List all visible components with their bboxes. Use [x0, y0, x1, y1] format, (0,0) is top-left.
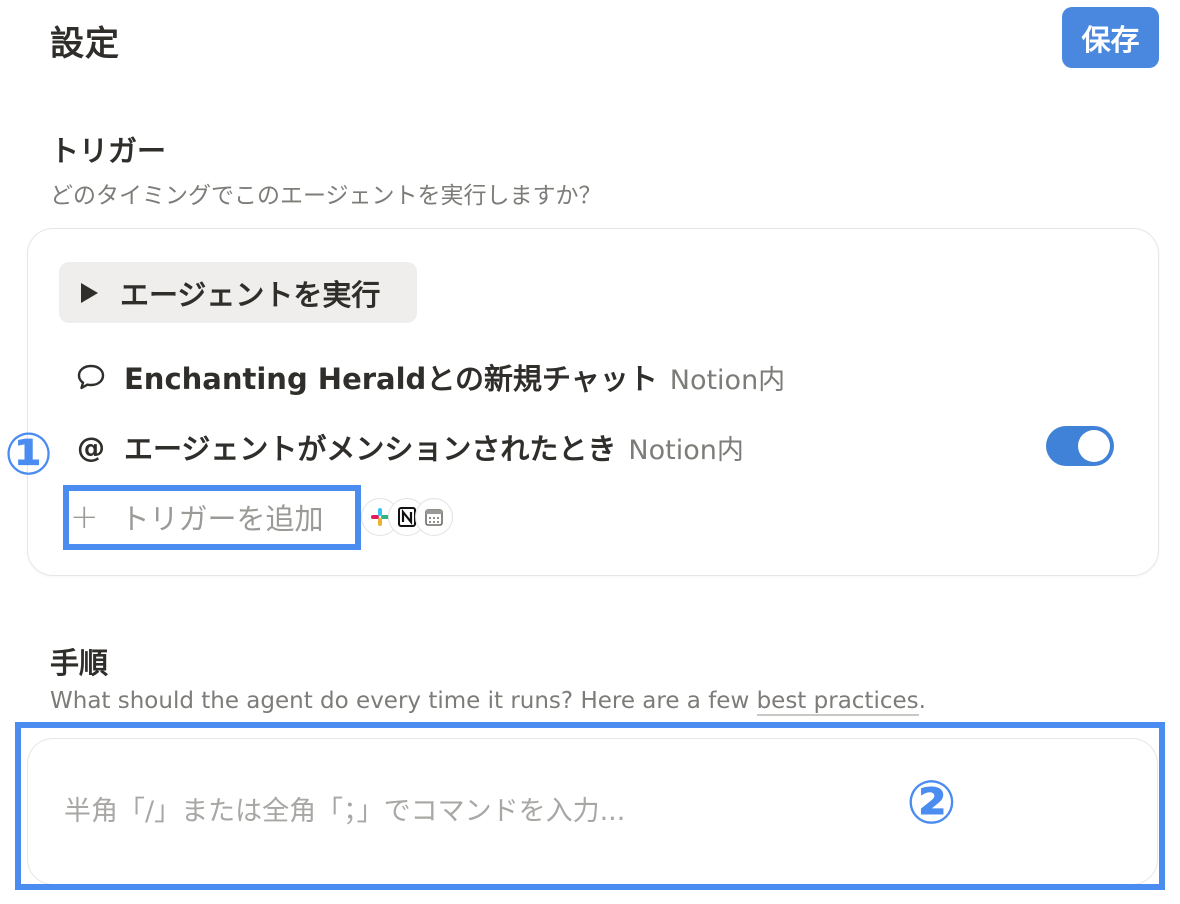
settings-page: 設定 保存 トリガー どのタイミングでこのエージェントを実行しますか？ エージェ…: [0, 0, 1180, 904]
calendar-icon: [415, 498, 453, 536]
at-icon: @: [77, 430, 105, 464]
run-agent-button[interactable]: エージェントを実行: [59, 262, 417, 323]
instructions-heading: 手順: [50, 646, 109, 680]
best-practices-link[interactable]: best practices: [756, 688, 919, 716]
chat-bubble-icon: [72, 358, 110, 396]
trigger-item-label: Enchanting Heraldとの新規チャット: [124, 362, 658, 396]
mention-trigger-toggle[interactable]: [1046, 426, 1114, 466]
triggers-description: どのタイミングでこのエージェントを実行しますか？: [50, 183, 602, 209]
trigger-item-sub: Notion内: [669, 364, 786, 396]
save-button[interactable]: 保存: [1062, 7, 1159, 68]
trigger-item-mention[interactable]: @ エージェントがメンションされたとき Notion内: [72, 424, 744, 470]
annotation-marker-2: ②: [906, 768, 957, 838]
instructions-description-text: What should the agent do every time it r…: [50, 688, 757, 714]
instructions-description: What should the agent do every time it r…: [50, 688, 926, 716]
instructions-description-end: .: [918, 688, 926, 714]
trigger-item-sub: Notion内: [628, 434, 744, 466]
annotation-box-2: [15, 722, 1165, 890]
annotation-marker-1: ①: [4, 420, 54, 488]
trigger-integration-icons: [361, 498, 453, 536]
annotation-box-1: [63, 485, 361, 550]
toggle-knob: [1078, 430, 1110, 462]
play-icon: [81, 282, 98, 303]
triggers-heading: トリガー: [50, 134, 167, 168]
trigger-item-new-chat[interactable]: Enchanting Heraldとの新規チャット Notion内: [72, 354, 785, 400]
trigger-item-label: エージェントがメンションされたとき: [124, 432, 617, 466]
run-agent-label: エージェントを実行: [120, 277, 381, 312]
page-title: 設定: [50, 24, 120, 64]
